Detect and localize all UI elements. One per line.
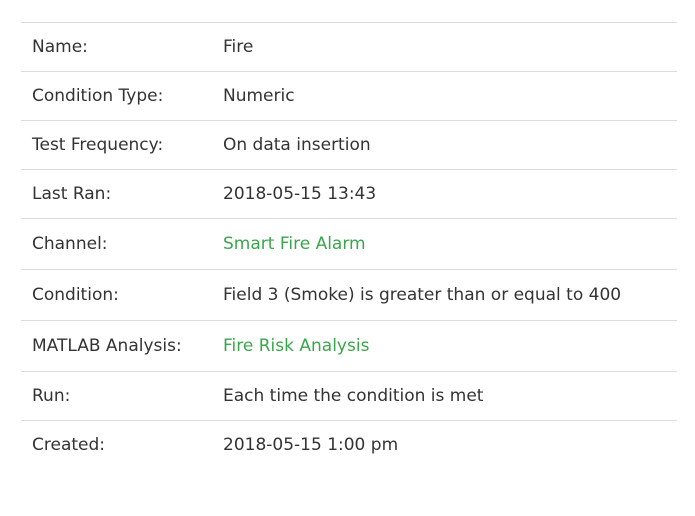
row-label-matlab-analysis: MATLAB Analysis: xyxy=(32,336,182,356)
row-label-name: Name: xyxy=(32,37,88,57)
row-label-test-frequency: Test Frequency: xyxy=(32,135,164,155)
detail-row-channel: Channel: Smart Fire Alarm xyxy=(21,218,677,270)
row-value-name: Fire xyxy=(223,37,254,57)
row-value-condition: Field 3 (Smoke) is greater than or equal… xyxy=(223,285,622,305)
detail-row-name: Name: Fire xyxy=(21,22,677,72)
detail-row-condition: Condition: Field 3 (Smoke) is greater th… xyxy=(21,269,677,321)
detail-row-condition-type: Condition Type: Numeric xyxy=(21,71,677,121)
row-value-created: 2018-05-15 1:00 pm xyxy=(223,435,399,455)
row-label-last-ran: Last Ran: xyxy=(32,184,112,204)
react-details-table: Name: Fire Condition Type: Numeric Test … xyxy=(21,22,677,469)
matlab-analysis-link[interactable]: Fire Risk Analysis xyxy=(223,336,369,356)
row-label-condition-type: Condition Type: xyxy=(32,86,164,106)
detail-row-test-frequency: Test Frequency: On data insertion xyxy=(21,120,677,170)
row-value-channel-cell: Smart Fire Alarm xyxy=(223,219,677,270)
detail-row-run: Run: Each time the condition is met xyxy=(21,371,677,421)
row-value-run: Each time the condition is met xyxy=(223,386,484,406)
row-label-created: Created: xyxy=(32,435,106,455)
row-label-channel: Channel: xyxy=(32,234,108,254)
row-label-condition: Condition: xyxy=(32,285,119,305)
row-value-condition-type: Numeric xyxy=(223,86,295,106)
row-value-test-frequency: On data insertion xyxy=(223,135,371,155)
row-value-last-ran: 2018-05-15 13:43 xyxy=(223,184,377,204)
row-value-matlab-analysis-cell: Fire Risk Analysis xyxy=(223,321,677,372)
detail-row-created: Created: 2018-05-15 1:00 pm xyxy=(21,420,677,470)
detail-row-last-ran: Last Ran: 2018-05-15 13:43 xyxy=(21,169,677,219)
row-label-run: Run: xyxy=(32,386,71,406)
channel-link[interactable]: Smart Fire Alarm xyxy=(223,234,366,254)
detail-row-matlab-analysis: MATLAB Analysis: Fire Risk Analysis xyxy=(21,320,677,372)
